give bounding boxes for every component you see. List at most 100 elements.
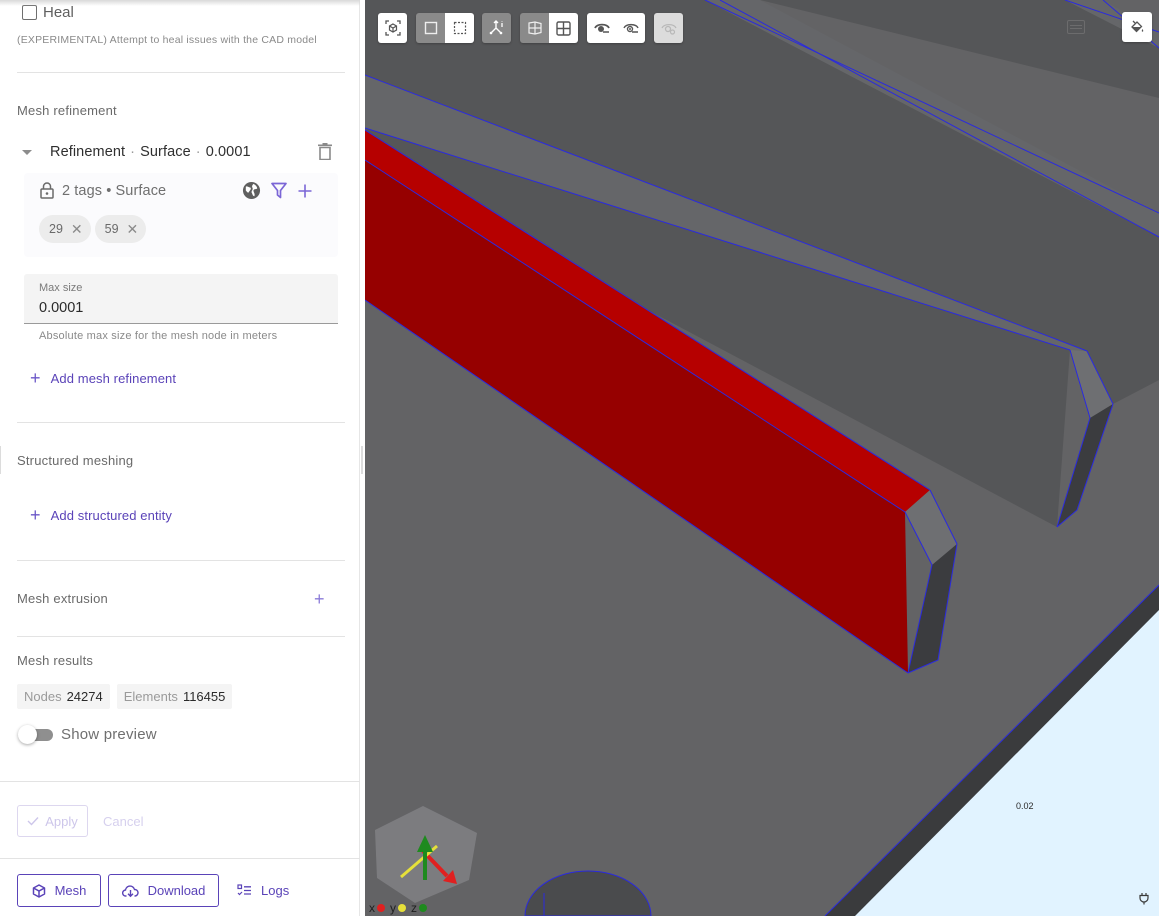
fit-view-button[interactable]	[378, 13, 407, 43]
apply-button[interactable]: Apply	[17, 805, 88, 837]
toggle-thumb	[18, 725, 37, 744]
solid-view-button[interactable]	[416, 13, 445, 43]
heal-checkbox-row[interactable]: Heal	[22, 4, 74, 21]
checklist-icon	[237, 884, 251, 896]
heal-checkbox[interactable]	[22, 5, 37, 20]
resize-grip[interactable]	[361, 446, 363, 474]
elements-stat: Elements 116455	[116, 684, 233, 709]
lock-icon	[40, 182, 54, 199]
add-mesh-extrusion-button[interactable]: +	[314, 590, 325, 608]
refinement-name: Refinement	[50, 144, 126, 160]
max-size-help: Absolute max size for the mesh node in m…	[39, 330, 278, 342]
mesh-extrusion-title: Mesh extrusion	[17, 591, 108, 606]
axes-legend: x y z	[369, 902, 430, 914]
axes-info-icon	[489, 20, 503, 35]
color-fill-button[interactable]	[1122, 12, 1152, 42]
mesh-button[interactable]: Mesh	[17, 874, 101, 907]
show-preview-row[interactable]: Show preview	[18, 724, 157, 744]
clip-toggle-group	[520, 13, 578, 43]
add-mesh-refinement-button[interactable]: + Add mesh refinement	[30, 369, 176, 387]
cloud-download-icon	[121, 884, 139, 897]
elements-value: 116455	[182, 689, 226, 704]
mesh-label: Mesh	[54, 883, 87, 898]
max-size-field[interactable]: Max size	[24, 274, 338, 324]
reset-visibility-inner[interactable]	[654, 13, 683, 43]
fit-view-button-inner[interactable]	[378, 13, 407, 43]
remove-tag-icon[interactable]: ✕	[127, 222, 139, 236]
elements-label: Elements	[123, 689, 178, 704]
3d-viewport[interactable]: 0.02 x y z	[365, 0, 1159, 916]
paint-bucket-icon	[1131, 20, 1144, 33]
nodes-label: Nodes	[24, 689, 62, 704]
check-icon	[27, 817, 39, 826]
cancel-button[interactable]: Cancel	[103, 805, 143, 837]
plus-icon	[298, 184, 312, 197]
divider	[17, 560, 345, 561]
scale-label: 0.02	[1016, 801, 1034, 811]
show-preview-toggle[interactable]	[18, 724, 54, 744]
download-button[interactable]: Download	[108, 874, 219, 907]
axes-toggle-button[interactable]	[482, 13, 511, 43]
add-structured-entity-button[interactable]: + Add structured entity	[30, 506, 172, 524]
visibility-group	[587, 13, 645, 43]
add-tag-button[interactable]	[297, 183, 313, 204]
plug-icon	[1139, 893, 1149, 905]
z-axis-label: z	[411, 901, 417, 915]
add-structured-entity-label: Add structured entity	[50, 507, 172, 523]
show-preview-label: Show preview	[61, 725, 157, 743]
trash-icon	[318, 143, 332, 161]
panel-scroll-area[interactable]: Heal (EXPERIMENTAL) Attempt to heal issu…	[0, 0, 360, 782]
nodes-value: 24274	[66, 689, 103, 704]
separator: ·	[195, 144, 201, 160]
clip-plane-icon	[527, 21, 542, 35]
color-legend-toggle[interactable]	[1067, 20, 1085, 34]
cube-icon	[32, 883, 45, 898]
tag-chip[interactable]: 59 ✕	[94, 215, 147, 243]
reset-visibility-button[interactable]	[654, 13, 683, 43]
refinement-item-title: Refinement · Surface · 0.0001	[50, 144, 251, 160]
show-selected-button[interactable]	[616, 13, 645, 43]
logs-button[interactable]: Logs	[237, 874, 289, 907]
axes-toggle-inner[interactable]	[482, 13, 511, 43]
mesh-stats: Nodes 24274 Elements 116455	[17, 684, 233, 709]
x-axis-dot	[377, 904, 385, 912]
refinement-item-header[interactable]: Refinement · Surface · 0.0001	[20, 142, 340, 162]
divider	[17, 636, 345, 637]
clip-plane-button[interactable]	[520, 13, 549, 43]
panel-edge-grip	[0, 446, 1, 474]
mesh-settings-panel: Heal (EXPERIMENTAL) Attempt to heal issu…	[0, 0, 360, 916]
wireframe-view-button[interactable]	[445, 13, 474, 43]
tag-chip-label: 59	[104, 222, 119, 236]
collapse-caret-icon[interactable]	[22, 149, 32, 155]
remove-tag-icon[interactable]: ✕	[71, 222, 83, 236]
heal-label: Heal	[43, 4, 74, 21]
footer-actions: Mesh Download Logs	[0, 858, 360, 916]
hide-selected-button[interactable]	[587, 13, 616, 43]
cad-scene[interactable]	[365, 0, 1159, 916]
y-axis-dot	[398, 904, 406, 912]
tag-chip[interactable]: 29 ✕	[39, 215, 91, 243]
add-mesh-refinement-label: Add mesh refinement	[50, 370, 177, 386]
mesh-results-title: Mesh results	[17, 653, 94, 668]
grid-icon	[556, 20, 571, 36]
fit-view-icon	[384, 20, 401, 36]
eye-reset-icon	[660, 23, 677, 35]
select-all-globe-button[interactable]	[242, 181, 261, 205]
dashed-box-icon	[453, 21, 466, 35]
tag-chip-label: 29	[49, 222, 63, 236]
x-axis-label: x	[369, 901, 375, 915]
grid-button[interactable]	[549, 13, 578, 43]
y-axis-label: y	[390, 901, 396, 915]
app: Heal (EXPERIMENTAL) Attempt to heal issu…	[0, 0, 1159, 916]
tag-chips: 29 ✕ 59 ✕	[39, 215, 147, 243]
eye-hide-icon	[593, 23, 610, 33]
connection-plug-icon[interactable]	[1139, 892, 1149, 910]
plus-icon: +	[30, 368, 41, 388]
max-size-input[interactable]	[39, 300, 319, 316]
z-axis-dot	[419, 904, 427, 912]
filter-icon	[271, 182, 287, 199]
tag-selector: 2 tags • Surface 29 ✕ 59 ✕	[24, 173, 338, 257]
filter-button[interactable]	[271, 182, 287, 204]
delete-refinement-button[interactable]	[318, 143, 332, 165]
heal-help-text: (EXPERIMENTAL) Attempt to heal issues wi…	[17, 34, 317, 46]
